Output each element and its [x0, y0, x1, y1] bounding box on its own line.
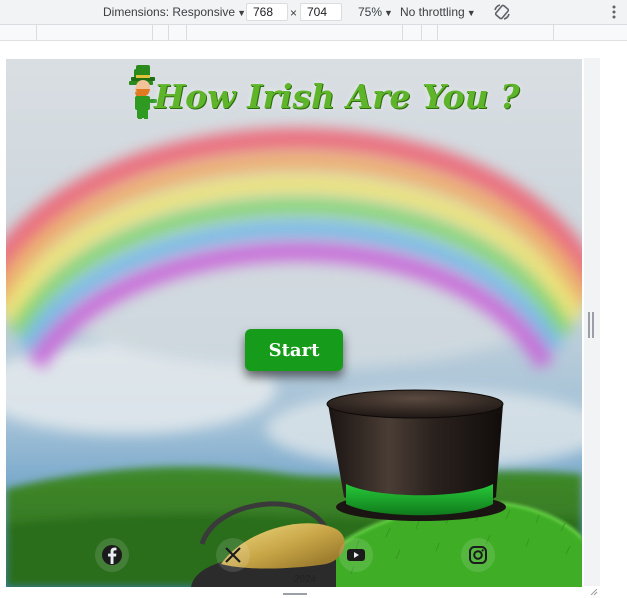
zoom-label: 75%	[358, 5, 383, 19]
media-query-ruler	[0, 25, 627, 41]
youtube-icon	[339, 538, 373, 572]
dimensions-label: Dimensions: Responsive	[103, 5, 236, 19]
device-toolbar: Dimensions: Responsive▼ × 75%▼ No thrott…	[0, 0, 627, 25]
more-options-icon[interactable]	[611, 4, 617, 20]
x-icon	[216, 538, 250, 572]
instagram-icon	[461, 538, 495, 572]
youtube-link[interactable]	[338, 537, 374, 573]
rotate-icon[interactable]	[493, 3, 511, 21]
facebook-link[interactable]	[94, 537, 130, 573]
dimension-separator: ×	[290, 6, 298, 20]
width-input[interactable]	[246, 3, 288, 21]
copyright-text: 2024	[294, 574, 317, 585]
x-link[interactable]	[215, 537, 251, 573]
resize-handle-right[interactable]	[588, 312, 594, 338]
page-title: How Irish Are You ?	[154, 77, 520, 116]
background-image	[6, 59, 582, 587]
resize-corner-icon[interactable]	[590, 588, 598, 596]
height-input[interactable]	[300, 3, 342, 21]
page-viewport: How Irish Are You ? Start 2024	[6, 59, 582, 587]
zoom-dropdown[interactable]: 75% ▼	[358, 5, 393, 19]
throttling-label: No throttling	[400, 5, 465, 19]
dimensions-dropdown[interactable]: Dimensions: Responsive ▼	[103, 5, 246, 19]
caret-down-icon: ▼	[384, 8, 393, 18]
throttling-dropdown[interactable]: No throttling ▼	[400, 5, 476, 19]
start-button[interactable]: Start	[245, 329, 343, 371]
facebook-icon	[95, 538, 129, 572]
caret-down-icon: ▼	[466, 8, 476, 18]
instagram-link[interactable]	[460, 537, 496, 573]
caret-down-icon: ▼	[237, 8, 246, 18]
resize-handle-bottom[interactable]	[283, 593, 307, 596]
